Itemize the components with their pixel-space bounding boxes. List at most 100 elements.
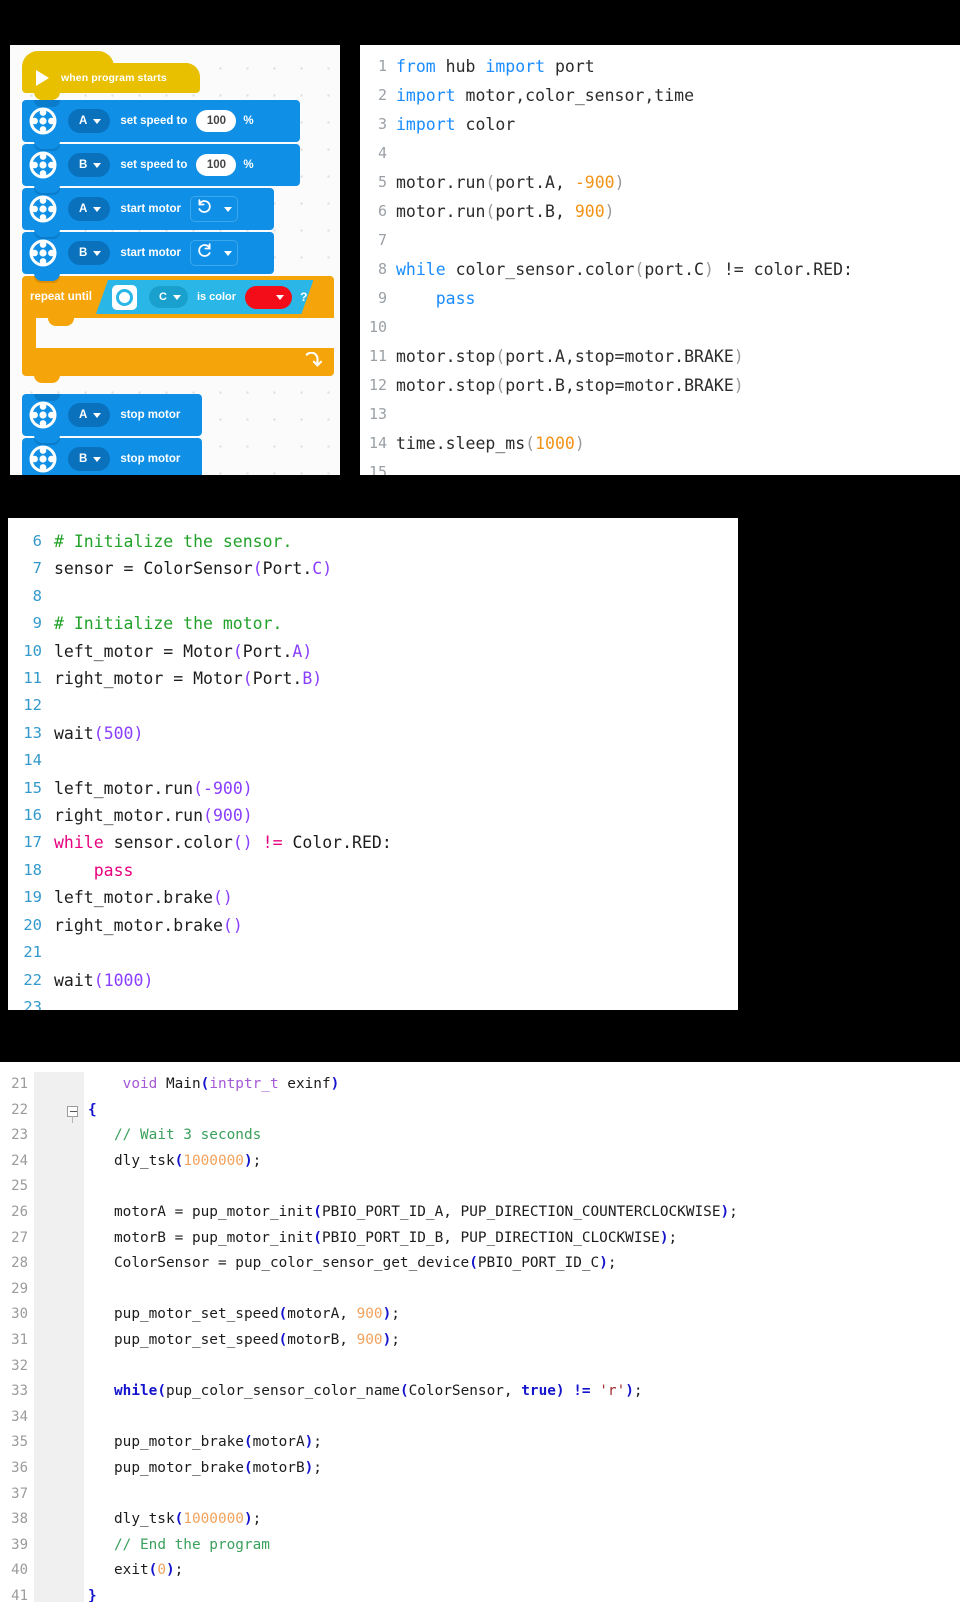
code-line[interactable]: 12 [8,692,738,719]
code-fold-gutter[interactable] [34,1225,84,1252]
start-motor-block-a[interactable]: A start motor [22,188,274,237]
code-line[interactable]: 23 // Wait 3 seconds [0,1123,960,1149]
pybricks-python-code-editor[interactable]: 6 # Initialize the sensor. 7 sensor = Color… [8,518,738,1010]
code-line[interactable]: 15 [360,458,960,475]
code-line[interactable]: 16 right_motor.run(900) [8,802,738,829]
code-fold-gutter[interactable] [34,1072,84,1098]
port-selector-a[interactable]: A [68,109,111,133]
repeat-until-header[interactable]: repeat until C is color ? [22,276,334,318]
code-line[interactable]: 41} [0,1583,960,1602]
code-line[interactable]: 24 dly_tsk(1000000); [0,1148,960,1175]
code-line[interactable]: 32 [0,1353,960,1380]
code-line[interactable]: 10 left_motor = Motor(Port.A) [8,638,738,665]
code-line[interactable]: 10 [360,313,960,342]
code-line[interactable]: 26 motorA = pup_motor_init(PBIO_PORT_ID_… [0,1199,960,1226]
code-line[interactable]: 11 right_motor = Motor(Port.B) [8,665,738,692]
code-line[interactable]: 22 wait(1000) [8,967,738,994]
speed-input-b[interactable]: 100 [196,154,237,176]
scratch-blocks-canvas[interactable]: when program starts A set speed to 100 %… [10,45,340,475]
direction-selector-ccw[interactable] [190,196,239,222]
code-line[interactable]: 20 right_motor.brake() [8,912,738,939]
code-line[interactable]: 23 [8,994,738,1010]
code-line[interactable]: 12 motor.stop(port.B,stop=motor.BRAKE) [360,371,960,400]
code-line[interactable]: 1 from hub import port [360,52,960,81]
port-selector-a[interactable]: A [68,403,111,427]
code-line[interactable]: 18 pass [8,857,738,884]
code-line[interactable]: 13 wait(500) [8,720,738,747]
sensor-port-selector[interactable]: C [149,286,188,308]
direction-selector-cw[interactable] [190,240,239,266]
code-line[interactable]: 29 [0,1276,960,1303]
code-line[interactable]: 27 motorB = pup_motor_init(PBIO_PORT_ID_… [0,1225,960,1252]
code-fold-gutter[interactable] [34,1507,84,1533]
code-fold-gutter[interactable] [34,1251,84,1277]
code-fold-gutter[interactable] [34,1199,84,1226]
port-selector-b[interactable]: B [68,153,111,177]
code-line[interactable]: 13 [360,400,960,429]
c-code-editor[interactable]: 21 void Main(intptr_t exinf) 22{23 // Wai… [0,1062,960,1602]
code-fold-gutter[interactable] [34,1353,84,1380]
code-line[interactable]: 9 # Initialize the motor. [8,610,738,637]
code-line[interactable]: 11 motor.stop(port.A,stop=motor.BRAKE) [360,342,960,371]
code-line[interactable]: 15 left_motor.run(-900) [8,775,738,802]
code-line[interactable]: 7 sensor = ColorSensor(Port.C) [8,555,738,582]
code-line[interactable]: 5 motor.run(port.A, -900) [360,168,960,197]
code-line[interactable]: 39 // End the program [0,1532,960,1559]
code-fold-gutter[interactable] [34,1097,84,1602]
code-fold-gutter[interactable] [34,1404,84,1431]
code-fold-gutter[interactable] [34,1532,84,1559]
code-line[interactable]: 33 while(pup_color_sensor_color_name(Col… [0,1379,960,1405]
code-line[interactable]: 8 while color_sensor.color(port.C) != col… [360,255,960,284]
code-line[interactable]: 21 void Main(intptr_t exinf) [0,1072,960,1098]
code-fold-gutter[interactable] [34,1276,84,1303]
code-fold-gutter[interactable] [34,1558,84,1584]
stop-motor-block-b[interactable]: B stop motor [22,438,202,475]
when-program-starts-block[interactable]: when program starts [22,51,200,100]
code-line[interactable]: 2 import motor,color_sensor,time [360,81,960,110]
code-line[interactable]: 31 pup_motor_set_speed(motorB, 900); [0,1327,960,1354]
speed-input-a[interactable]: 100 [196,110,237,132]
code-line[interactable]: 22 { [0,1097,960,1602]
code-line[interactable]: 34 [0,1404,960,1431]
color-picker-red[interactable] [245,286,292,309]
code-line[interactable]: 9 pass [360,284,960,313]
code-line[interactable]: 14 time.sleep_ms(1000) [360,429,960,458]
code-line[interactable]: 21 [8,939,738,966]
code-line[interactable]: 37 [0,1481,960,1508]
code-line[interactable]: 17 while sensor.color() != Color.RED: [8,829,738,856]
spike-python-code-editor[interactable]: 1 from hub import port 2 import motor,color… [360,45,960,475]
code-fold-gutter[interactable] [34,1455,84,1482]
repeat-until-block[interactable]: repeat until C is color ? [22,276,334,383]
code-line[interactable]: 35 pup_motor_brake(motorA); [0,1430,960,1456]
code-line[interactable]: 6 motor.run(port.B, 900) [360,197,960,226]
code-fold-gutter[interactable] [34,1174,84,1200]
code-line[interactable]: 25 [0,1174,960,1200]
code-fold-gutter[interactable] [34,1583,84,1602]
code-fold-gutter[interactable] [34,1148,84,1175]
code-line[interactable]: 14 [8,747,738,774]
start-motor-block-b[interactable]: B start motor [22,232,274,281]
code-fold-gutter[interactable] [34,1481,84,1508]
repeat-block-mouth[interactable] [36,318,334,348]
code-fold-gutter[interactable] [34,1430,84,1456]
code-line[interactable]: 6 # Initialize the sensor. [8,528,738,555]
port-selector-a[interactable]: A [68,197,111,221]
code-fold-gutter[interactable] [34,1379,84,1405]
code-line[interactable]: 3 import color [360,110,960,139]
code-line[interactable]: 4 [360,139,960,168]
code-fold-gutter[interactable] [34,1327,84,1354]
code-line[interactable]: 30 pup_motor_set_speed(motorA, 900); [0,1302,960,1328]
set-speed-block-b[interactable]: B set speed to 100 % [22,144,300,193]
code-line[interactable]: 28 ColorSensor = pup_color_sensor_get_de… [0,1251,960,1277]
code-line[interactable]: 8 [8,583,738,610]
code-line[interactable]: 36 pup_motor_brake(motorB); [0,1455,960,1482]
stop-motor-block-a[interactable]: A stop motor [22,394,202,443]
set-speed-block-a[interactable]: A set speed to 100 % [22,100,300,149]
is-color-condition-block[interactable]: C is color ? [96,280,313,314]
code-line[interactable]: 38 dly_tsk(1000000); [0,1507,960,1533]
code-line[interactable]: 7 [360,226,960,255]
port-selector-b[interactable]: B [68,447,111,471]
code-fold-gutter[interactable] [34,1123,84,1149]
port-selector-b[interactable]: B [68,241,111,265]
code-line[interactable]: 19 left_motor.brake() [8,884,738,911]
